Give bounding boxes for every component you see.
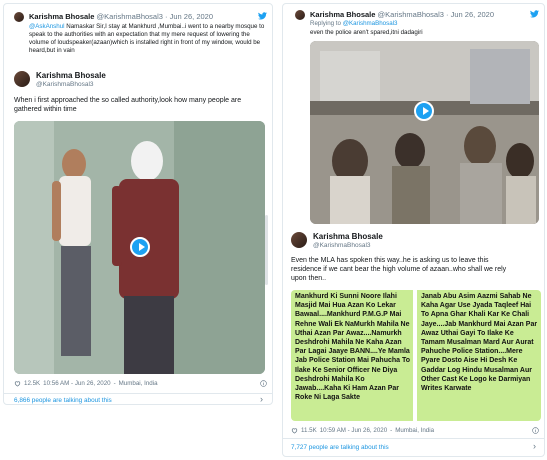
play-icon[interactable] <box>414 101 434 121</box>
scrollbar[interactable] <box>265 215 268 285</box>
tweet-time[interactable]: 10:59 AM - Jun 26, 2020 <box>320 427 387 434</box>
avatar[interactable] <box>14 71 30 87</box>
divider <box>283 438 544 439</box>
heart-icon[interactable] <box>291 427 298 434</box>
tweet-location[interactable]: Mumbai, India <box>119 380 158 387</box>
like-count[interactable]: 12.5K <box>24 380 40 387</box>
tweet-date: · Jun 26, 2020 <box>165 12 213 21</box>
info-icon[interactable] <box>260 380 267 387</box>
image-letter[interactable]: Mankhurd Ki Sunni Noore Ilahi Masjid Mai… <box>291 290 541 421</box>
tweet-date: · Jun 26, 2020 <box>446 10 494 19</box>
tweet-card-right: Karishma Bhosale @KarishmaBhosal3 · Jun … <box>282 3 545 457</box>
tweet-meta: 12.5K 10:56 AM - Jun 26, 2020 - Mumbai, … <box>14 380 158 387</box>
chevron-right-icon[interactable]: › <box>533 441 536 451</box>
play-icon[interactable] <box>130 237 150 257</box>
heart-icon[interactable] <box>14 380 21 387</box>
author-name[interactable]: Karishma Bhosale <box>36 71 106 80</box>
replying-to: Replying to @KarishmaBhosal3 <box>310 20 398 27</box>
tweet-text: When i first approached the so called au… <box>14 97 242 113</box>
reply-text: @AskAnshul Namaskar Sir,I stay at Mankhu… <box>29 23 265 54</box>
info-icon[interactable] <box>532 427 539 434</box>
author-handle: @KarishmaBhosal3 <box>36 81 94 88</box>
video-thumbnail[interactable] <box>14 121 265 374</box>
mention-link[interactable]: @AskAnshul <box>29 23 65 30</box>
letter-text-right: Janab Abu Asim Aazmi Sahab Ne Kaha Agar … <box>421 293 538 393</box>
tweet-location[interactable]: Mumbai, India <box>395 427 434 434</box>
twitter-bird-icon[interactable] <box>258 12 267 20</box>
reply-text: even the police aren't spared,itni dadag… <box>310 29 423 36</box>
talking-link[interactable]: 7,727 people are talking about this <box>291 444 389 451</box>
letter-text-left: Mankhurd Ki Sunni Noore Ilahi Masjid Mai… <box>295 293 411 402</box>
twitter-bird-icon[interactable] <box>530 10 539 18</box>
video-frame <box>310 41 539 224</box>
talking-link[interactable]: 6,866 people are talking about this <box>14 397 112 404</box>
chevron-right-icon[interactable]: › <box>260 394 263 404</box>
divider <box>4 393 272 394</box>
video-thumbnail[interactable] <box>310 41 539 224</box>
tweet-time[interactable]: 10:56 AM - Jun 26, 2020 <box>43 380 110 387</box>
author-handle: @KarishmaBhosal3 <box>377 10 444 19</box>
tweet-card-left: Karishma Bhosale @KarishmaBhosal3 · Jun … <box>3 3 273 405</box>
avatar[interactable] <box>14 12 24 22</box>
tweet-meta: 11.5K 10:59 AM - Jun 26, 2020 - Mumbai, … <box>291 427 434 434</box>
author-handle: @KarishmaBhosal3 <box>313 242 371 249</box>
avatar[interactable] <box>295 10 305 20</box>
author-handle: @KarishmaBhosal3 <box>96 12 163 21</box>
like-count[interactable]: 11.5K <box>301 427 317 434</box>
author-name[interactable]: Karishma Bhosale @KarishmaBhosal3 · Jun … <box>29 12 213 21</box>
author-name[interactable]: Karishma Bhosale @KarishmaBhosal3 · Jun … <box>310 10 494 19</box>
author-name[interactable]: Karishma Bhosale <box>313 232 383 241</box>
tweet-text: Even the MLA has spoken this way..he is … <box>291 257 507 282</box>
replying-handle-link[interactable]: @KarishmaBhosal3 <box>343 20 398 27</box>
avatar[interactable] <box>291 232 307 248</box>
